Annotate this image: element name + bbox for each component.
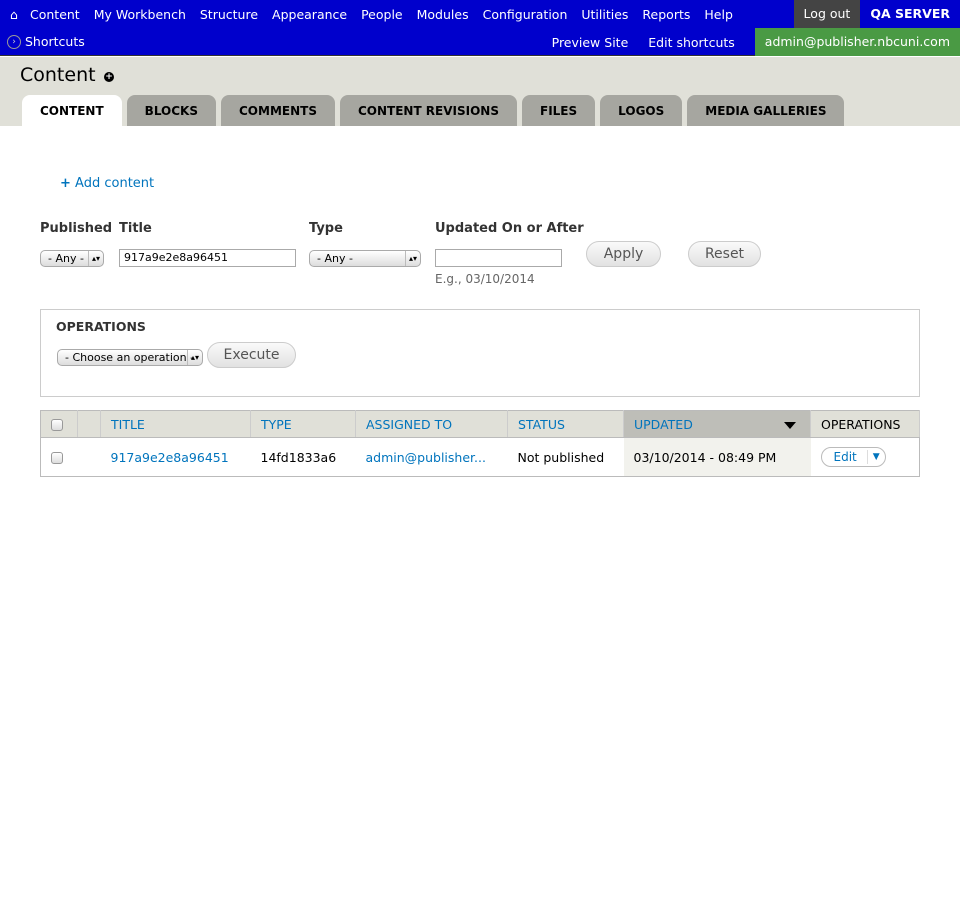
published-select[interactable]: - Any - ▴▾ <box>40 250 104 267</box>
tab-content[interactable]: CONTENT <box>22 95 122 126</box>
page-header: Content + CONTENT BLOCKS COMMENTS CONTEN… <box>0 57 960 126</box>
menu-reports[interactable]: Reports <box>642 7 690 22</box>
shortcuts-bar: › Shortcuts Preview Site Edit shortcuts a… <box>0 28 960 56</box>
page-title: Content <box>20 64 96 86</box>
apply-button[interactable]: Apply <box>586 241 661 267</box>
add-content-label: Add content <box>75 176 155 191</box>
menu-appearance[interactable]: Appearance <box>272 7 347 22</box>
reset-button[interactable]: Reset <box>688 241 761 267</box>
row-type: 14fd1833a6 <box>260 449 337 465</box>
menu-utilities[interactable]: Utilities <box>581 7 628 22</box>
updated-input[interactable] <box>435 249 562 267</box>
home-icon[interactable]: ⌂ <box>0 7 28 22</box>
menu-structure[interactable]: Structure <box>200 7 258 22</box>
chevron-right-icon: › <box>7 34 21 49</box>
select-all-checkbox[interactable] <box>51 419 63 431</box>
menu-my-workbench[interactable]: My Workbench <box>94 7 186 22</box>
title-input[interactable]: 917a9e2e8a96451 <box>119 249 296 267</box>
dropdown-arrow-icon[interactable]: ▼ <box>868 452 885 462</box>
operation-select[interactable]: - Choose an operation - ▴▾ <box>57 349 203 366</box>
shortcuts-toggle[interactable]: › Shortcuts <box>7 34 85 49</box>
header-updated[interactable]: UPDATED <box>623 410 811 438</box>
updated-hint: E.g., 03/10/2014 <box>435 272 535 286</box>
select-arrows-icon: ▴▾ <box>88 251 103 266</box>
header-operations: OPERATIONS <box>810 410 920 438</box>
table-header: TITLE TYPE ASSIGNED TO STATUS UPDATED OP… <box>40 410 920 438</box>
execute-button[interactable]: Execute <box>207 342 296 368</box>
tab-media-galleries[interactable]: MEDIA GALLERIES <box>687 95 845 126</box>
add-content-link[interactable]: + Add content <box>60 176 154 191</box>
type-label: Type <box>309 221 343 236</box>
logout-link[interactable]: Log out <box>793 0 861 28</box>
header-assigned-to[interactable]: ASSIGNED TO <box>355 410 508 438</box>
add-shortcut-icon[interactable]: + <box>104 72 114 82</box>
shortcuts-label: Shortcuts <box>25 34 85 49</box>
menu-content[interactable]: Content <box>30 7 80 22</box>
server-label: QA SERVER <box>870 6 950 21</box>
admin-toolbar: ⌂ Content My Workbench Structure Appeara… <box>0 0 960 28</box>
select-arrows-icon: ▴▾ <box>187 350 202 365</box>
tab-blocks[interactable]: BLOCKS <box>126 95 216 126</box>
content-table: TITLE TYPE ASSIGNED TO STATUS UPDATED OP… <box>40 410 920 477</box>
tab-files[interactable]: FILES <box>522 95 596 126</box>
tabs: CONTENT BLOCKS COMMENTS CONTENT REVISION… <box>22 95 849 126</box>
header-updated-label: UPDATED <box>634 416 693 432</box>
header-title[interactable]: TITLE <box>100 410 251 438</box>
tab-content-revisions[interactable]: CONTENT REVISIONS <box>339 95 517 126</box>
tab-logos[interactable]: LOGOS <box>600 95 683 126</box>
select-arrows-icon: ▴▾ <box>405 251 420 266</box>
menu-people[interactable]: People <box>361 7 403 22</box>
title-label: Title <box>119 221 152 236</box>
edit-button[interactable]: Edit <box>822 450 868 464</box>
edit-dropbutton: Edit ▼ <box>820 447 886 467</box>
menu-help[interactable]: Help <box>704 7 733 22</box>
row-updated: 03/10/2014 - 08:49 PM <box>623 437 811 477</box>
updated-label: Updated On or After <box>435 221 584 236</box>
operations-panel: OPERATIONS - Choose an operation - ▴▾ Exe… <box>40 309 920 397</box>
blank-header <box>77 410 101 438</box>
type-value: - Any - <box>317 252 353 265</box>
preview-site-link[interactable]: Preview Site <box>552 35 629 50</box>
operation-value: - Choose an operation - <box>65 351 195 364</box>
table-row: 917a9e2e8a96451 14fd1833a6 admin@publish… <box>41 437 920 477</box>
type-select[interactable]: - Any - ▴▾ <box>309 250 421 267</box>
menu-modules[interactable]: Modules <box>417 7 469 22</box>
published-label: Published <box>40 221 113 236</box>
operations-title: OPERATIONS <box>56 319 146 334</box>
sort-descending-icon <box>784 422 796 429</box>
header-status[interactable]: STATUS <box>507 410 624 438</box>
row-checkbox[interactable] <box>51 452 63 464</box>
plus-icon: + <box>60 176 71 191</box>
tab-comments[interactable]: COMMENTS <box>221 95 335 126</box>
row-assigned-link[interactable]: admin@publisher... <box>366 450 486 465</box>
edit-shortcuts-link[interactable]: Edit shortcuts <box>648 35 735 50</box>
row-status: Not published <box>517 449 605 465</box>
published-value: - Any - <box>48 252 84 265</box>
account-link[interactable]: admin@publisher.nbcuni.com <box>754 28 960 56</box>
menu-configuration[interactable]: Configuration <box>483 7 568 22</box>
row-title-link[interactable]: 917a9e2e8a96451 <box>111 450 229 465</box>
header-type[interactable]: TYPE <box>250 410 356 438</box>
